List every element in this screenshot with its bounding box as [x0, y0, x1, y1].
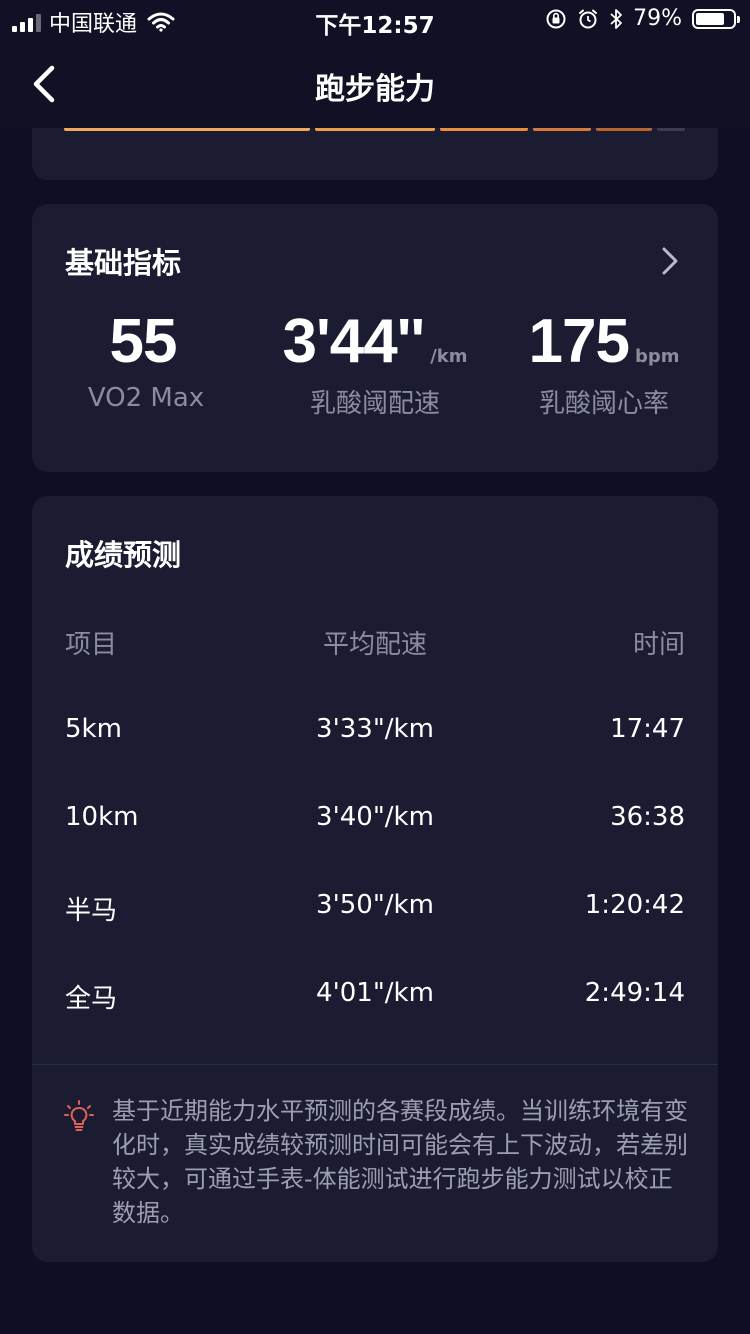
row-pace: 3'40"/km — [316, 802, 434, 832]
prediction-note: 基于近期能力水平预测的各赛段成绩。当训练环境有变化时，真实成绩较预测时间可能会有… — [112, 1097, 688, 1227]
status-bar: 中国联通 下午12:57 79% — [0, 0, 750, 40]
header-time: 时间 — [632, 630, 685, 660]
row-time: 1:20:42 — [584, 890, 685, 920]
table-row: 5km 3'33"/km 17:47 — [65, 714, 685, 754]
prediction-card: 成绩预测 项目 平均配速 时间 5km 3'33"/km 17:47 10km … — [32, 496, 718, 1262]
table-row: 10km 3'40"/km 36:38 — [65, 802, 685, 842]
metric-unit: bpm — [634, 346, 680, 367]
metric-unit: /km — [430, 346, 468, 367]
metric-threshold-pace: 3'44''/km 乳酸阈配速 — [261, 306, 489, 420]
orientation-lock-icon — [546, 9, 566, 28]
metric-label: 乳酸阈配速 — [309, 389, 440, 419]
row-pace: 3'33"/km — [316, 714, 434, 744]
row-time: 36:38 — [610, 802, 685, 832]
chevron-right-icon[interactable] — [660, 246, 680, 276]
table-row: 半马 3'50"/km 1:20:42 — [65, 890, 685, 930]
table-header: 项目 平均配速 时间 — [65, 624, 685, 664]
battery-icon — [692, 8, 740, 29]
metric-threshold-hr: 175 bpm 乳酸阈心率 — [490, 306, 718, 420]
metric-value: 55 — [109, 307, 178, 376]
bluetooth-icon — [610, 8, 622, 29]
nav-bar: 跑步能力 — [0, 40, 750, 128]
row-time: 17:47 — [610, 714, 685, 744]
lightbulb-icon — [64, 1100, 94, 1131]
metric-vo2max: 55 VO2 Max — [32, 306, 260, 413]
row-time: 2:49:14 — [584, 978, 685, 1008]
metric-value: 3'44'' — [282, 307, 426, 376]
battery-percent: 79% — [633, 6, 682, 31]
header-pace: 平均配速 — [322, 630, 427, 660]
metric-value: 175 — [528, 307, 630, 376]
divider — [32, 1064, 718, 1065]
table-row: 全马 4'01"/km 2:49:14 — [65, 978, 685, 1018]
page-title: 跑步能力 — [315, 72, 435, 107]
basic-metrics-card[interactable]: 基础指标 55 VO2 Max 3'44''/km 乳酸阈配速 175 bpm 乳… — [32, 204, 718, 472]
alarm-icon — [579, 9, 598, 28]
basic-metrics-title: 基础指标 — [65, 246, 182, 280]
metric-label: 乳酸阈心率 — [538, 389, 669, 419]
prediction-title: 成绩预测 — [65, 538, 182, 572]
metric-label: VO2 Max — [87, 383, 205, 413]
